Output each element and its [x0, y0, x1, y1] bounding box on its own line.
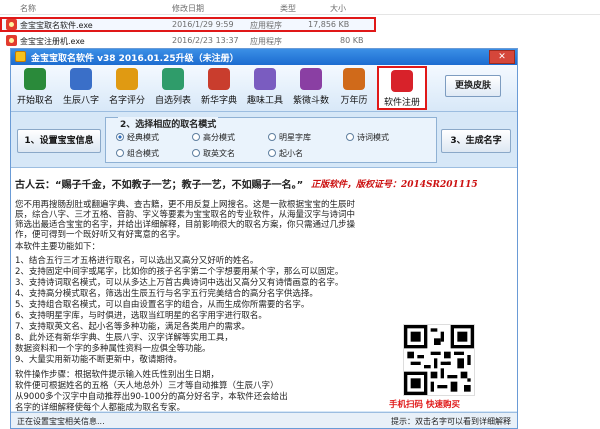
file-date: 2016/1/29 9:59	[172, 20, 234, 29]
radio-icon	[268, 149, 276, 157]
change-skin-button[interactable]: 更换皮肤	[445, 75, 501, 97]
column-type[interactable]: 类型	[280, 3, 296, 14]
radio-star[interactable]: 明星字库	[268, 132, 311, 143]
toolbar-label: 紫微斗数	[292, 96, 329, 106]
set-baby-info-button[interactable]: 1、设置宝宝信息	[17, 129, 101, 153]
file-name: 金宝宝注册机.exe	[20, 37, 85, 46]
toolbar-label: 新华字典	[200, 96, 237, 106]
app-icon	[15, 51, 26, 62]
steps-line: 名字的详细解释使每个人都能成为取名专家。	[15, 403, 186, 411]
app-window: 金宝宝取名软件 v38 2016.01.25升级（未注册） ✕ 开始取名 生辰八…	[10, 48, 518, 429]
file-row[interactable]: 金宝宝注册机.exe 2016/2/23 13:37 应用程序 80 KB	[0, 33, 600, 48]
toolbar-start-naming[interactable]: 开始取名	[13, 68, 57, 108]
qr-caption: 手机扫码 快速购买	[389, 400, 460, 410]
file-name: 金宝宝取名软件.exe	[20, 21, 93, 30]
file-type: 应用程序	[250, 21, 282, 30]
mode-group-title: 2、选择相应的取名模式	[118, 117, 219, 130]
exe-icon	[6, 35, 17, 46]
file-date: 2016/2/23 13:37	[172, 36, 239, 45]
generate-names-button[interactable]: 3、生成名字	[441, 129, 511, 153]
qr-code-icon	[403, 324, 475, 396]
toolbar-label: 生辰八字	[62, 96, 99, 106]
toolbar-label: 软件注册	[383, 98, 420, 108]
calendar-icon	[343, 68, 365, 90]
toolbar-calendar[interactable]: 万年历	[335, 68, 373, 108]
file-row[interactable]: 金宝宝取名软件.exe 2016/1/29 9:59 应用程序 17,856 K…	[0, 17, 376, 32]
status-text: 正在设置宝宝相关信息...	[17, 417, 105, 426]
radio-english[interactable]: 取英文名	[192, 148, 235, 159]
file-size: 17,856 KB	[308, 20, 350, 29]
toolbar-label: 开始取名	[16, 96, 53, 106]
toolbar-tools[interactable]: 趣味工具	[243, 68, 287, 108]
radio-high-score[interactable]: 高分模式	[192, 132, 235, 143]
radio-icon	[346, 133, 354, 141]
toolbar-label: 趣味工具	[246, 96, 283, 106]
radio-icon	[268, 133, 276, 141]
column-name[interactable]: 名称	[20, 3, 36, 14]
score-icon	[116, 68, 138, 90]
toolbar-label: 自选列表	[154, 96, 191, 106]
bazi-icon	[70, 68, 92, 90]
status-bar: 正在设置宝宝相关信息... 提示：双击名字可以看到详细解释	[11, 412, 517, 428]
list-icon	[162, 68, 184, 90]
radio-checked-icon	[116, 133, 124, 141]
title-bar[interactable]: 金宝宝取名软件 v38 2016.01.25升级（未注册） ✕	[11, 49, 517, 65]
radio-classic[interactable]: 经典模式	[116, 132, 159, 143]
column-header: 名称 修改日期 类型 大小	[0, 0, 600, 15]
function-line: 9、大量实用新功能不断更新中，敬请期待。	[15, 355, 182, 365]
intro-line: 作，便可得到一个既好听又有好寓意的名字。	[15, 230, 186, 240]
dictionary-icon	[208, 68, 230, 90]
radio-icon	[116, 149, 124, 157]
quote-text: 古人云：“赐子千金，不如教子一艺；教子一艺，不如赐子一名。”	[15, 180, 304, 191]
toolbar-dictionary[interactable]: 新华字典	[197, 68, 241, 108]
radio-combo[interactable]: 组合模式	[116, 148, 159, 159]
toolbar-label: 万年历	[340, 96, 368, 106]
start-naming-icon	[24, 68, 46, 90]
content-area: 古人云：“赐子千金，不如教子一艺；教子一艺，不如赐子一名。” 正版软件，版权证号…	[11, 167, 517, 411]
toolbar-bazi[interactable]: 生辰八字	[59, 68, 103, 108]
status-hint: 提示：双击名字可以看到详细解释	[391, 417, 511, 426]
toolbar-score[interactable]: 名字评分	[105, 68, 149, 108]
column-date[interactable]: 修改日期	[172, 3, 204, 14]
mode-bar: 1、设置宝宝信息 2、选择相应的取名模式 经典模式 高分模式 明星字库 诗词模式…	[11, 113, 517, 165]
close-button[interactable]: ✕	[489, 50, 515, 64]
toolbar-label: 名字评分	[108, 96, 145, 106]
mode-group: 2、选择相应的取名模式 经典模式 高分模式 明星字库 诗词模式 组合模式 取英文…	[105, 117, 437, 163]
file-size: 80 KB	[340, 36, 364, 45]
ziwei-icon	[300, 68, 322, 90]
file-type: 应用程序	[250, 37, 282, 46]
toolbar-ziwei[interactable]: 紫微斗数	[289, 68, 333, 108]
toolbar-list[interactable]: 自选列表	[151, 68, 195, 108]
tools-icon	[254, 68, 276, 90]
toolbar-register[interactable]: 软件注册	[377, 66, 427, 110]
exe-icon	[6, 19, 17, 30]
column-size[interactable]: 大小	[330, 3, 346, 14]
register-icon	[391, 70, 413, 92]
window-title: 金宝宝取名软件 v38 2016.01.25升级（未注册）	[31, 54, 239, 64]
cert-text: 正版软件，版权证号：2014SR201115	[311, 180, 478, 190]
radio-nickname[interactable]: 起小名	[268, 148, 303, 159]
radio-icon	[192, 149, 200, 157]
functions-title: 本软件主要功能如下：	[15, 242, 101, 252]
radio-icon	[192, 133, 200, 141]
main-toolbar: 开始取名 生辰八字 名字评分 自选列表 新华字典 趣味工具 紫微斗数 万年历 软…	[11, 65, 517, 112]
radio-poetry[interactable]: 诗词模式	[346, 132, 389, 143]
